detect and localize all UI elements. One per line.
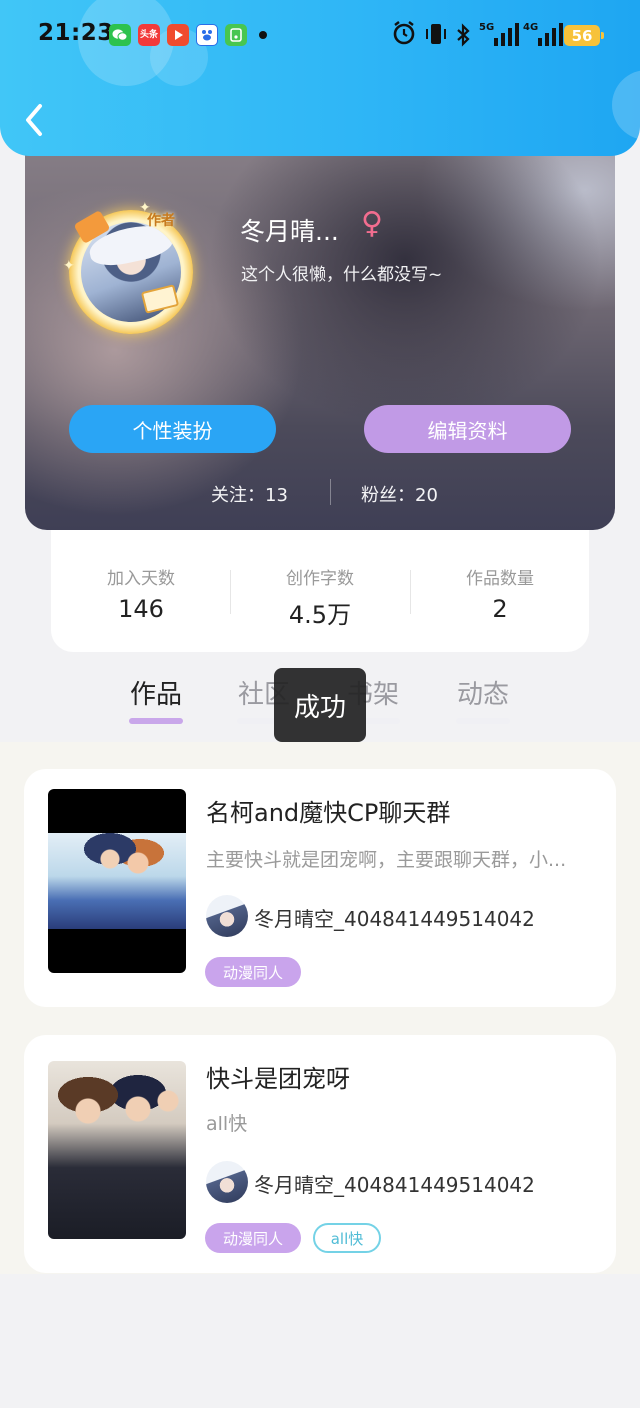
stat-label: 创作字数 xyxy=(286,569,354,589)
work-tag[interactable]: 动漫同人 xyxy=(205,1223,301,1253)
header-bubble-decoration xyxy=(612,70,640,140)
header-bar: 21:23 头条 5G 4G 56 xyxy=(0,0,640,156)
video-icon xyxy=(167,24,189,46)
toast-message: 成功 xyxy=(274,668,366,742)
tab-indicator-active xyxy=(129,718,183,724)
stat-value: 2 xyxy=(492,595,508,623)
work-title: 快斗是团宠呀 xyxy=(206,1065,350,1093)
alarm-icon xyxy=(392,20,416,50)
work-card[interactable]: 名柯and魔快CP聊天群 主要快斗就是团宠啊，主要跟聊天群，小... 冬月晴空_… xyxy=(24,769,616,1007)
female-icon: ♀ xyxy=(361,206,383,241)
toutiao-icon: 头条 xyxy=(138,24,160,46)
work-card[interactable]: 快斗是团宠呀 all快 冬月晴空_404841449514042 动漫同人 al… xyxy=(24,1035,616,1273)
signal-5g-icon: 5G xyxy=(478,20,520,52)
game-icon xyxy=(225,24,247,46)
stat-word-count: 创作字数 4.5万 xyxy=(230,564,410,630)
following-count[interactable]: 关注：13 xyxy=(211,481,288,507)
divider xyxy=(330,479,331,505)
stat-join-days: 加入天数 146 xyxy=(51,564,231,623)
svg-text:4G: 4G xyxy=(523,22,538,33)
stat-label: 加入天数 xyxy=(107,569,175,589)
author-name: 冬月晴空_404841449514042 xyxy=(254,1173,535,1197)
profile-card: ✦ ✦ 作者 冬月晴... ♀ 这个人很懒，什么都没写~ 个性装扮 编辑资料 关… xyxy=(25,120,615,530)
profile-name: 冬月晴... xyxy=(240,217,339,246)
chevron-left-icon xyxy=(26,104,42,136)
status-time: 21:23 xyxy=(38,20,114,46)
svg-text:5G: 5G xyxy=(479,22,494,33)
fans-count[interactable]: 粉丝：20 xyxy=(361,481,438,507)
stat-label: 作品数量 xyxy=(466,569,534,589)
stat-value: 146 xyxy=(118,595,164,623)
author-avatar xyxy=(206,1161,248,1203)
edit-profile-button[interactable]: 编辑资料 xyxy=(364,405,571,453)
signal-4g-icon: 4G xyxy=(522,20,564,52)
wechat-icon xyxy=(109,24,131,46)
tab-indicator xyxy=(456,718,510,724)
author-avatar xyxy=(206,895,248,937)
work-title: 名柯and魔快CP聊天群 xyxy=(206,799,451,827)
author-name: 冬月晴空_404841449514042 xyxy=(254,907,535,931)
stats-panel: 加入天数 146 创作字数 4.5万 作品数量 2 xyxy=(51,530,589,652)
work-description: 主要快斗就是团宠啊，主要跟聊天群，小... xyxy=(206,849,567,871)
stat-works-count: 作品数量 2 xyxy=(410,564,590,623)
outfit-button[interactable]: 个性装扮 xyxy=(69,405,276,453)
back-button[interactable] xyxy=(20,100,50,140)
battery-indicator: 56 xyxy=(564,25,604,46)
work-tag[interactable]: 动漫同人 xyxy=(205,957,301,987)
status-bar: 21:23 头条 5G 4G 56 xyxy=(0,0,640,70)
follow-stats: 关注：13 粉丝：20 xyxy=(25,477,615,507)
stat-value: 4.5万 xyxy=(288,601,352,629)
vibrate-icon xyxy=(424,22,448,50)
bluetooth-icon xyxy=(455,23,471,51)
work-tag[interactable]: all快 xyxy=(313,1223,381,1253)
tab-works[interactable]: 作品 xyxy=(111,674,201,711)
author-badge: 作者 xyxy=(147,213,175,229)
star-decoration-icon: ✦ xyxy=(63,258,75,274)
baidu-icon xyxy=(196,24,218,46)
work-cover-image xyxy=(48,789,186,973)
tab-activity[interactable]: 动态 xyxy=(438,674,528,711)
work-cover-image xyxy=(48,1061,186,1239)
work-description: all快 xyxy=(206,1113,248,1135)
profile-bio: 这个人很懒，什么都没写~ xyxy=(241,265,443,285)
notification-dot xyxy=(259,31,267,39)
